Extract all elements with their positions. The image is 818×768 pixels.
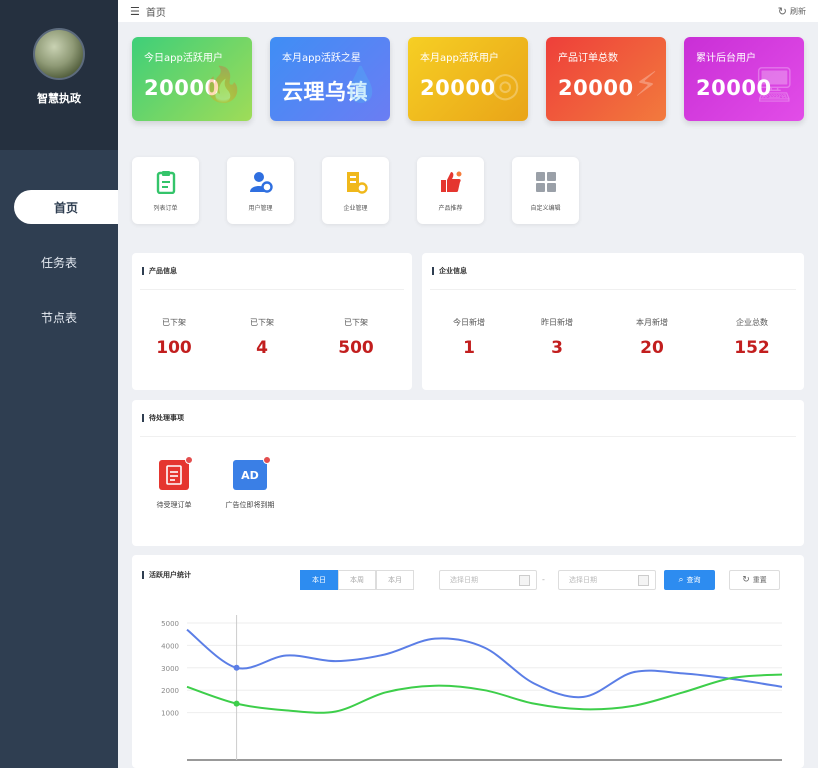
notification-badge [263, 456, 271, 464]
sidebar-item-home[interactable]: 首页 [14, 190, 118, 224]
todo-ad-expiring[interactable]: AD 广告位即将到期 [220, 456, 280, 511]
stat-value: 500 [338, 338, 374, 358]
y-tick-label: 5000 [161, 620, 179, 628]
ad-icon: AD [233, 456, 271, 490]
stat-value: 152 [734, 338, 770, 358]
y-tick-label: 2000 [161, 687, 179, 695]
stat-label: 已下架 [162, 318, 186, 327]
stat-value: 20 [640, 338, 664, 358]
quick-label: 列表订单 [153, 205, 178, 212]
stat-label: 企业总数 [736, 318, 768, 327]
todo-pending-orders[interactable]: 待受理订单 [144, 456, 204, 511]
stat-label: 昨日新增 [541, 318, 573, 327]
refresh-icon: ↻ [777, 4, 787, 18]
panel-title: 企业信息 [432, 267, 467, 275]
todo-label: 待受理订单 [156, 501, 192, 509]
sidebar-item-nodes[interactable]: 节点表 [0, 300, 118, 334]
stat-value: 4 [256, 338, 268, 358]
sidebar-nav: 首页 任务表 节点表 [0, 190, 118, 355]
stat-card: 产品订单总数 20000 ⚡ [546, 37, 666, 121]
flame-icon: 🔥 [201, 65, 244, 105]
stat-title: 今日app活跃用户 [144, 53, 223, 64]
stat-value: 100 [156, 338, 192, 358]
stat-title: 产品订单总数 [558, 53, 618, 64]
divider [430, 289, 796, 290]
quick-users[interactable]: 用户管理 [227, 157, 294, 224]
product-stat: 已下架 4 [227, 317, 297, 358]
grid-icon [533, 169, 559, 195]
stat-card: 本月app活跃用户 20000 ◎ [408, 37, 528, 121]
y-tick-label: 4000 [161, 642, 179, 650]
avatar[interactable] [33, 28, 85, 80]
stat-value: 1 [463, 338, 475, 358]
line-chart: 5000 4000 3000 2000 1000 [161, 615, 783, 761]
quick-label: 用户管理 [248, 205, 273, 212]
menu-icon[interactable]: ☰ [130, 5, 140, 18]
panel-title: 待处理事项 [142, 414, 184, 422]
divider [140, 436, 796, 437]
data-point [233, 664, 240, 671]
profile-name: 智慧执政 [37, 92, 81, 105]
stat-card: 本月app活跃之星 云理乌镇 💧 [270, 37, 390, 121]
series-line [186, 628, 783, 699]
ad-icon-text: AD [241, 468, 259, 482]
monitor-icon: 🖥 [752, 65, 796, 105]
quick-recommend[interactable]: 产品推荐 [417, 157, 484, 224]
todo-label: 广告位即将到期 [225, 501, 275, 509]
y-tick-label: 1000 [161, 710, 179, 718]
stat-label: 已下架 [250, 318, 274, 327]
profile-block: 智慧执政 [0, 0, 118, 150]
stat-label: 已下架 [344, 318, 368, 327]
company-stat: 企业总数 152 [717, 317, 787, 358]
document-icon [159, 456, 193, 490]
quick-label: 产品推荐 [438, 205, 463, 212]
sidebar: 智慧执政 首页 任务表 节点表 [0, 0, 118, 768]
breadcrumb: 首页 [145, 7, 166, 19]
company-panel: 企业信息 今日新增 1 昨日新增 3 本月新增 20 企业总数 152 [422, 253, 804, 390]
chart-panel: 活跃用户统计 本日 本周 本月 选择日期 - 选择日期 ⌕ 查询 ↻ 重置 50… [132, 555, 804, 768]
product-panel: 产品信息 已下架 100 已下架 4 已下架 500 [132, 253, 412, 390]
refresh-label: 刷新 [790, 6, 806, 16]
product-stat: 已下架 500 [321, 317, 391, 358]
company-stat: 今日新增 1 [434, 317, 504, 358]
stat-card: 累计后台用户 20000 🖥 [684, 37, 804, 121]
notification-badge [185, 456, 193, 464]
topbar: ☰ 首页 ↻ 刷新 [118, 0, 818, 22]
stat-title: 本月app活跃之星 [282, 53, 361, 64]
panel-title: 产品信息 [142, 267, 177, 275]
lightning-icon: ⚡ [634, 65, 658, 105]
series-line [186, 673, 783, 714]
building-gear-icon [343, 169, 369, 195]
refresh-button[interactable]: ↻ 刷新 [778, 5, 806, 18]
stat-title: 本月app活跃用户 [420, 53, 499, 64]
quick-companies[interactable]: 企业管理 [322, 157, 389, 224]
y-tick-label: 3000 [161, 665, 179, 673]
divider [140, 289, 404, 290]
todo-panel: 待处理事项 待受理订单 AD 广告位即将到期 [132, 400, 804, 546]
coin-icon: ◎ [490, 65, 520, 105]
product-stat: 已下架 100 [139, 317, 209, 358]
quick-custom[interactable]: 自定义编辑 [512, 157, 579, 224]
quick-label: 自定义编辑 [530, 205, 561, 212]
data-point [233, 700, 240, 707]
stat-title: 累计后台用户 [696, 53, 756, 64]
stat-label: 今日新增 [453, 318, 485, 327]
company-stat: 本月新增 20 [617, 317, 687, 358]
clipboard-icon [153, 169, 179, 195]
drop-icon: 💧 [339, 65, 382, 105]
stat-label: 本月新增 [636, 318, 668, 327]
user-gear-icon [248, 169, 274, 195]
quick-orders[interactable]: 列表订单 [132, 157, 199, 224]
sidebar-item-tasks[interactable]: 任务表 [0, 245, 118, 279]
stat-card: 今日app活跃用户 20000 🔥 [132, 37, 252, 121]
quick-label: 企业管理 [343, 205, 368, 212]
thumbs-up-icon [438, 169, 464, 195]
stat-value: 3 [551, 338, 563, 358]
company-stat: 昨日新增 3 [522, 317, 592, 358]
